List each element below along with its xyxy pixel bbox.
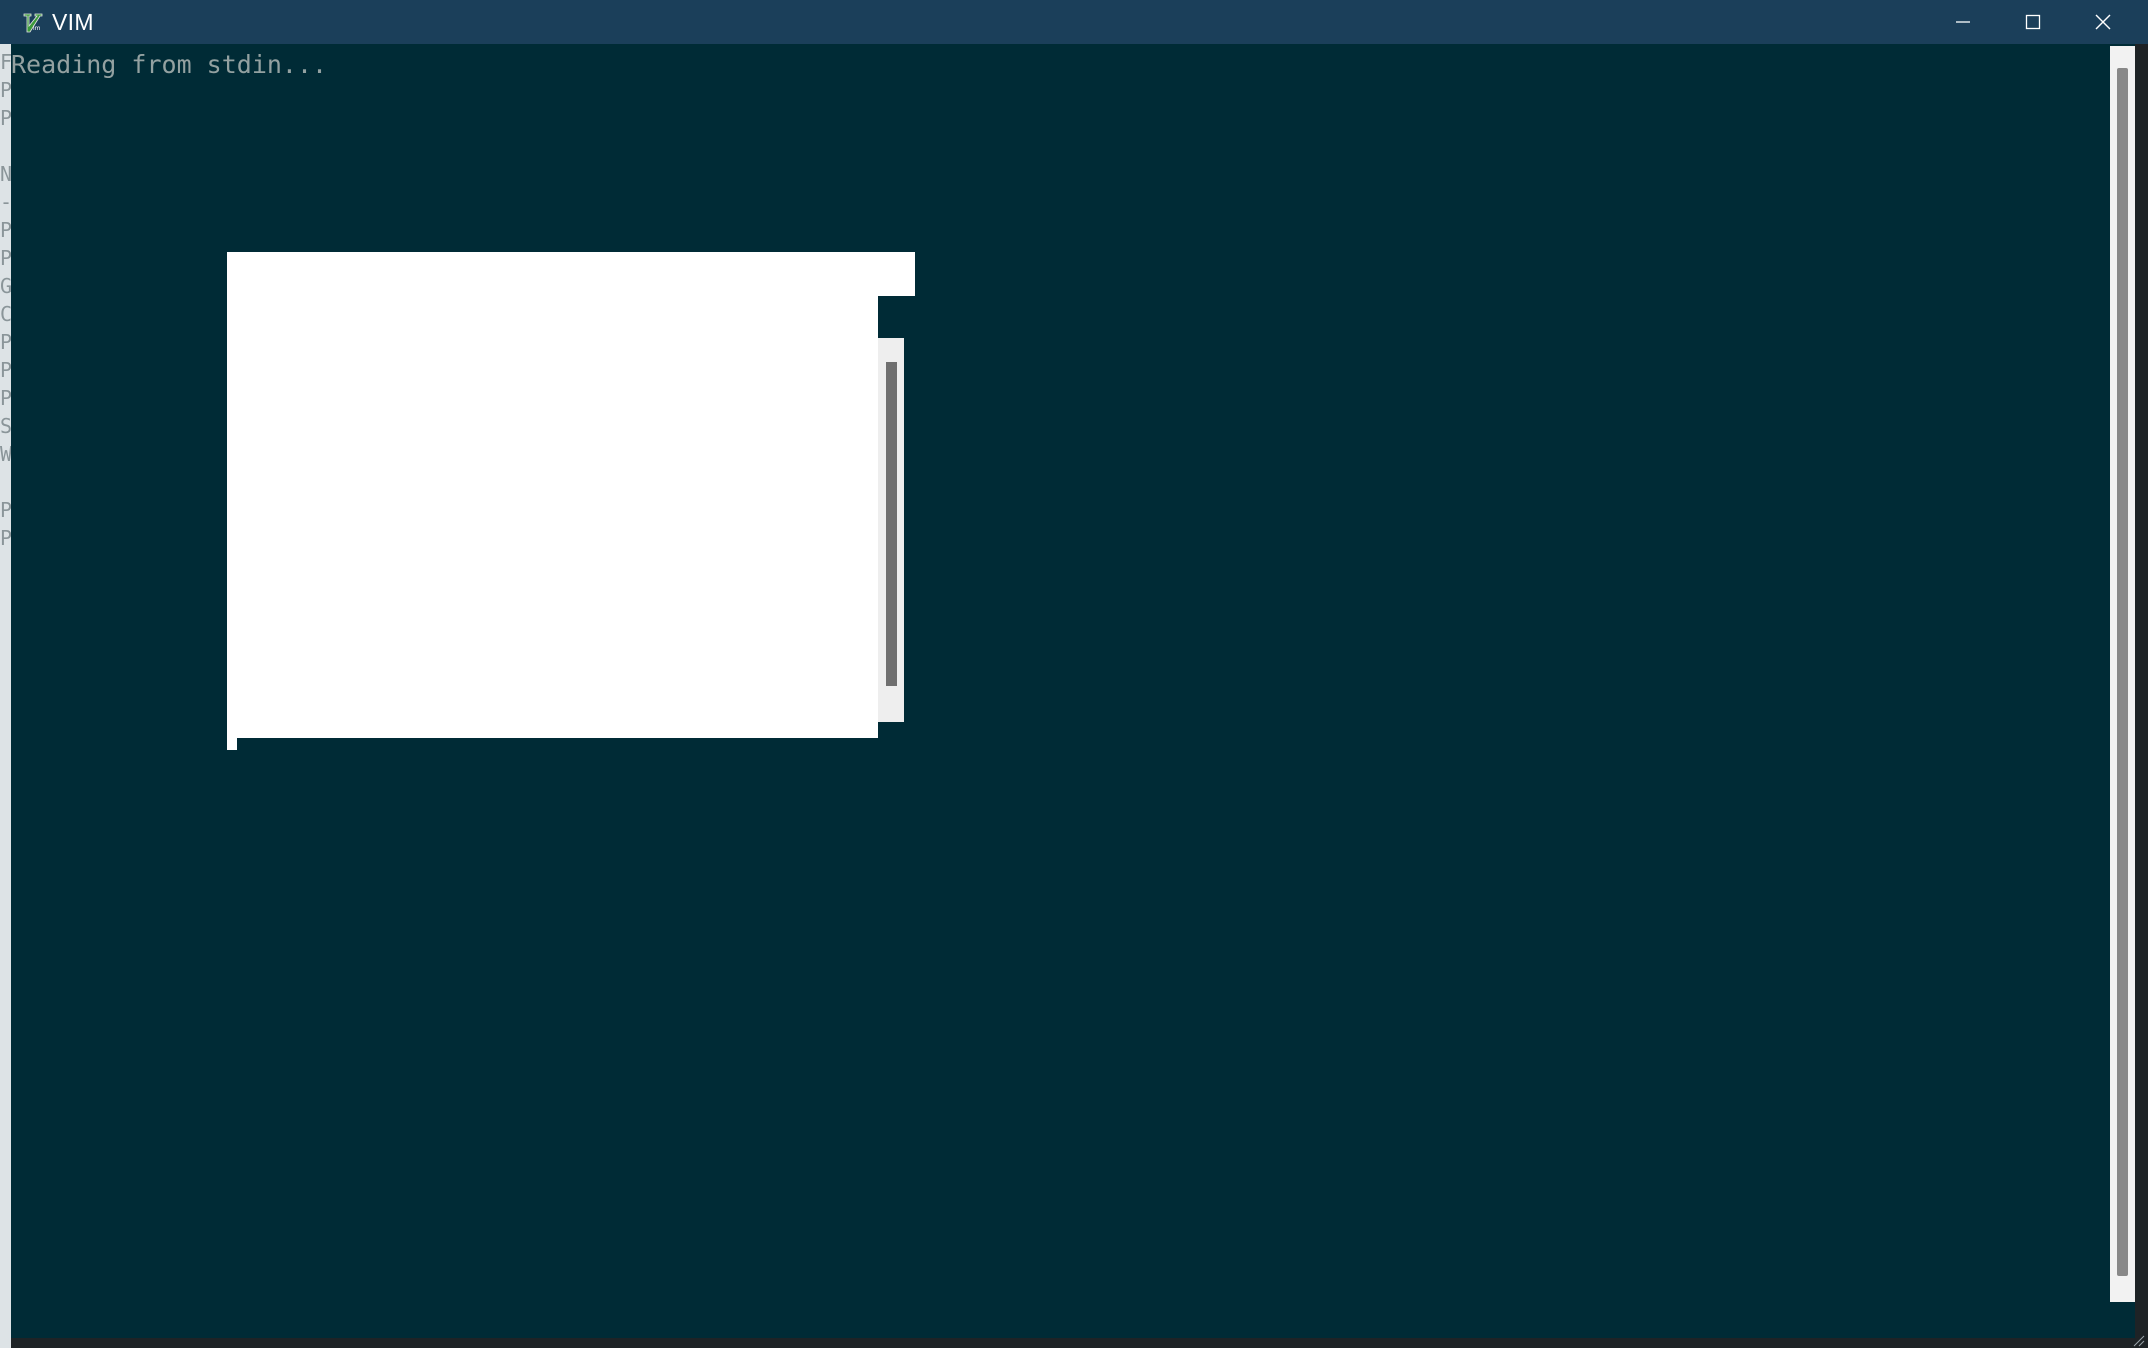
vim-logo-icon: im <box>23 13 43 33</box>
popup-menu-header <box>227 252 915 296</box>
scrollbar-thumb[interactable] <box>2117 68 2128 1276</box>
editor-message: Reading from stdin... <box>11 50 328 79</box>
resize-grip-icon[interactable] <box>2130 1332 2146 1348</box>
vertical-scrollbar[interactable] <box>2110 46 2135 1302</box>
title-bar[interactable]: im VIM <box>0 0 2148 44</box>
maximize-icon <box>2025 14 2041 30</box>
editor-area[interactable]: Reading from stdin... <box>11 44 2111 1338</box>
vim-window: im VIM F P P N - P P G C P P P S W P P R… <box>0 0 2148 1348</box>
popup-menu[interactable] <box>227 252 915 750</box>
popup-scrollbar-thumb[interactable] <box>886 362 897 686</box>
window-bottom-border <box>11 1338 2135 1348</box>
background-window-edge: F P P N - P P G C P P P S W P P <box>0 44 11 1348</box>
popup-menu-list[interactable] <box>227 296 878 738</box>
minimize-icon <box>1956 21 1970 23</box>
popup-scrollbar[interactable] <box>878 338 904 722</box>
window-title: VIM <box>52 9 94 35</box>
maximize-button[interactable] <box>1998 0 2068 44</box>
window-right-border <box>2135 44 2148 1348</box>
minimize-button[interactable] <box>1928 0 1998 44</box>
svg-text:im: im <box>33 25 41 32</box>
popup-menu-corner <box>227 738 237 750</box>
close-button[interactable] <box>2068 0 2138 44</box>
close-icon <box>2095 14 2111 30</box>
background-window-glyphs: F P P N - P P G C P P P S W P P <box>0 50 11 550</box>
